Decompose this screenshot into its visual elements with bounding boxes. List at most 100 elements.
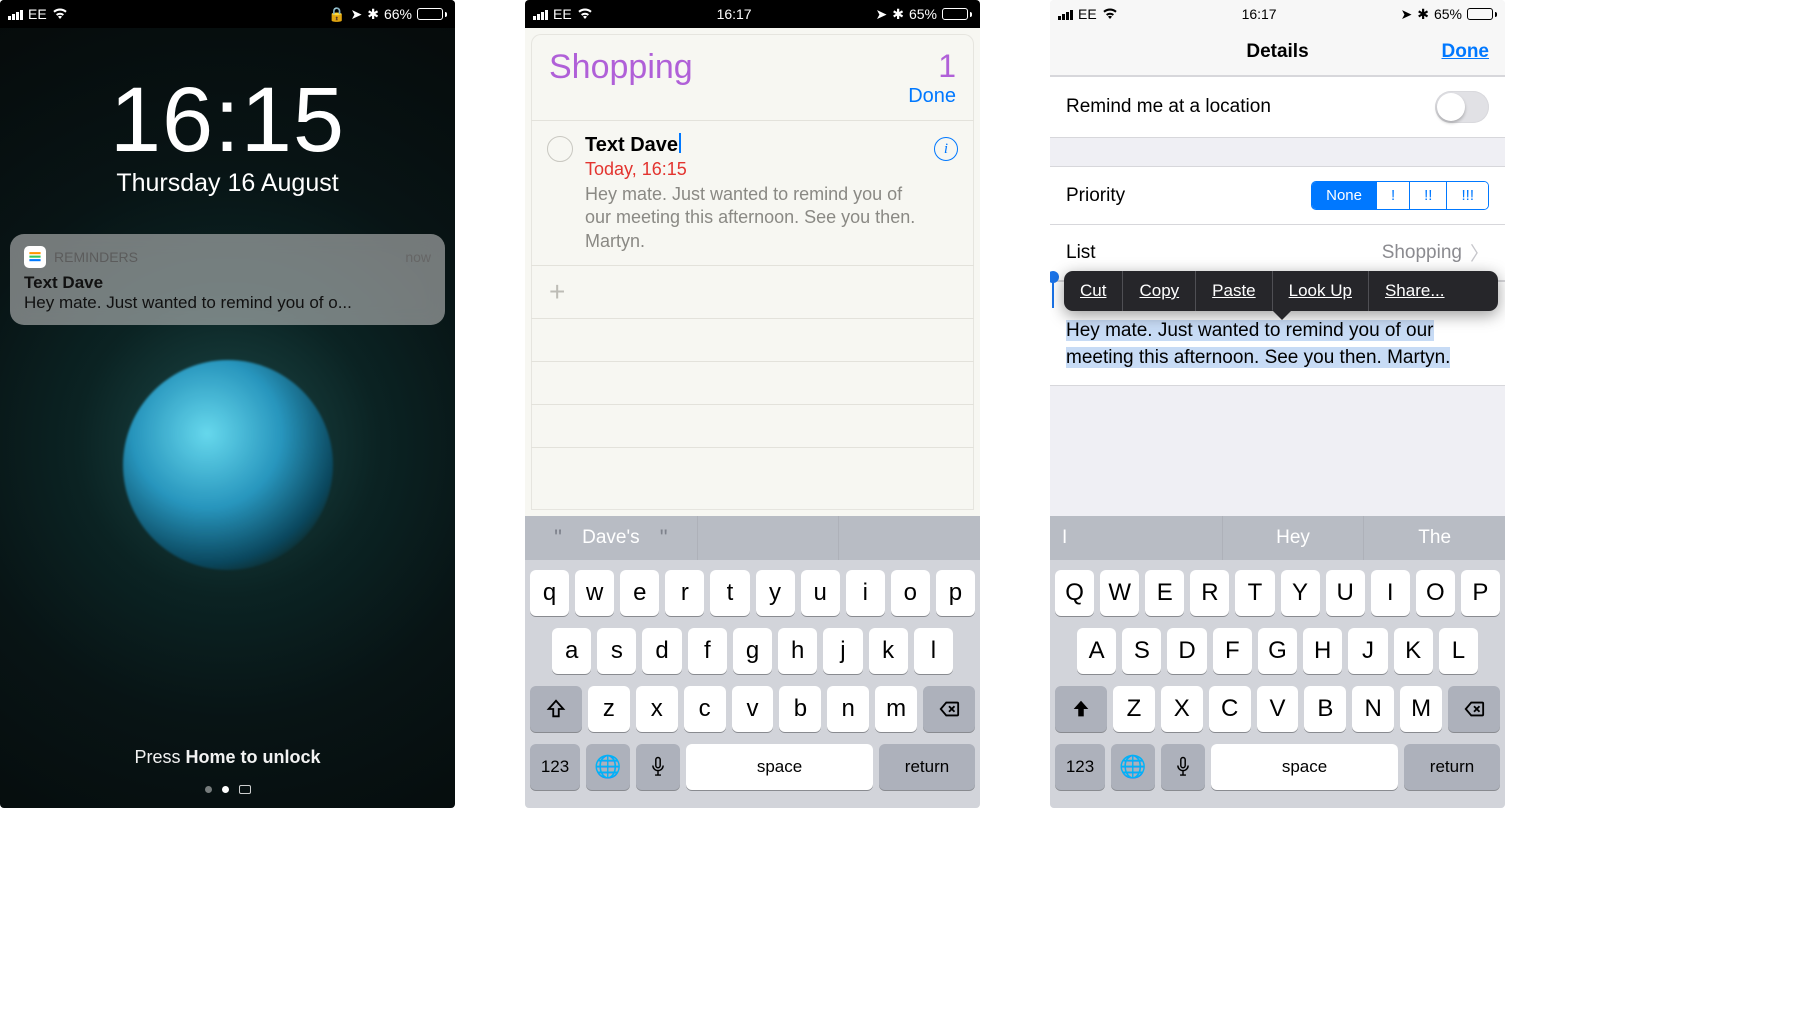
add-reminder-button[interactable]: + bbox=[531, 265, 974, 319]
menu-copy[interactable]: Copy bbox=[1123, 271, 1196, 311]
key-n[interactable]: n bbox=[827, 686, 869, 732]
key-d[interactable]: d bbox=[642, 628, 681, 674]
key-z[interactable]: z bbox=[588, 686, 630, 732]
menu-cut[interactable]: Cut bbox=[1064, 271, 1123, 311]
numeric-key[interactable]: 123 bbox=[1055, 744, 1105, 790]
key-u[interactable]: U bbox=[1326, 570, 1365, 616]
return-key[interactable]: return bbox=[879, 744, 975, 790]
done-button[interactable]: Done bbox=[1442, 41, 1490, 63]
key-s[interactable]: S bbox=[1122, 628, 1161, 674]
key-w[interactable]: w bbox=[575, 570, 614, 616]
location-toggle[interactable] bbox=[1435, 91, 1489, 123]
done-button[interactable]: Done bbox=[908, 85, 956, 108]
key-x[interactable]: x bbox=[636, 686, 678, 732]
key-c[interactable]: C bbox=[1209, 686, 1251, 732]
numeric-key[interactable]: 123 bbox=[530, 744, 580, 790]
key-p[interactable]: P bbox=[1461, 570, 1500, 616]
mic-key[interactable] bbox=[636, 744, 680, 790]
key-t[interactable]: t bbox=[710, 570, 749, 616]
key-h[interactable]: h bbox=[778, 628, 817, 674]
key-o[interactable]: O bbox=[1416, 570, 1455, 616]
mic-key[interactable] bbox=[1161, 744, 1205, 790]
key-j[interactable]: j bbox=[823, 628, 862, 674]
keyboard[interactable]: "Dave's" qwertyuiop asdfghjkl zxcvbnm 12… bbox=[525, 516, 980, 808]
key-g[interactable]: G bbox=[1258, 628, 1297, 674]
context-menu[interactable]: Cut Copy Paste Look Up Share... bbox=[1064, 271, 1498, 311]
camera-icon[interactable] bbox=[239, 785, 251, 794]
key-q[interactable]: q bbox=[530, 570, 569, 616]
key-v[interactable]: v bbox=[732, 686, 774, 732]
complete-checkbox[interactable] bbox=[547, 136, 573, 162]
return-key[interactable]: return bbox=[1404, 744, 1500, 790]
key-z[interactable]: Z bbox=[1113, 686, 1155, 732]
key-b[interactable]: B bbox=[1304, 686, 1346, 732]
menu-share[interactable]: Share... bbox=[1369, 271, 1461, 311]
priority-none[interactable]: None bbox=[1312, 182, 1377, 209]
key-i[interactable]: i bbox=[846, 570, 885, 616]
key-x[interactable]: X bbox=[1161, 686, 1203, 732]
suggestion[interactable]: The bbox=[1364, 516, 1505, 560]
key-n[interactable]: N bbox=[1352, 686, 1394, 732]
suggestion[interactable]: Hey bbox=[1223, 516, 1365, 560]
key-q[interactable]: Q bbox=[1055, 570, 1094, 616]
keyboard-suggestions[interactable]: "Dave's" bbox=[525, 516, 980, 560]
key-m[interactable]: M bbox=[1400, 686, 1442, 732]
key-h[interactable]: H bbox=[1303, 628, 1342, 674]
priority-med[interactable]: !! bbox=[1410, 182, 1447, 209]
globe-key[interactable]: 🌐 bbox=[586, 744, 630, 790]
keyboard-suggestions[interactable]: I Hey The bbox=[1050, 516, 1505, 560]
key-l[interactable]: l bbox=[914, 628, 953, 674]
key-j[interactable]: J bbox=[1348, 628, 1387, 674]
key-f[interactable]: F bbox=[1213, 628, 1252, 674]
key-y[interactable]: y bbox=[756, 570, 795, 616]
key-a[interactable]: a bbox=[552, 628, 591, 674]
key-e[interactable]: e bbox=[620, 570, 659, 616]
priority-low[interactable]: ! bbox=[1377, 182, 1410, 209]
priority-high[interactable]: !!! bbox=[1447, 182, 1488, 209]
reminder-item[interactable]: Text Dave Today, 16:15 Hey mate. Just wa… bbox=[531, 120, 974, 265]
suggestion[interactable]: Dave's bbox=[582, 527, 639, 549]
backspace-key[interactable] bbox=[1448, 686, 1500, 732]
priority-segmented[interactable]: None ! !! !!! bbox=[1311, 181, 1489, 210]
key-p[interactable]: p bbox=[936, 570, 975, 616]
shift-key[interactable] bbox=[1055, 686, 1107, 732]
globe-key[interactable]: 🌐 bbox=[1111, 744, 1155, 790]
key-d[interactable]: D bbox=[1167, 628, 1206, 674]
space-key[interactable]: space bbox=[1211, 744, 1398, 790]
key-g[interactable]: g bbox=[733, 628, 772, 674]
location-icon: ➤ bbox=[1400, 6, 1412, 23]
key-r[interactable]: R bbox=[1190, 570, 1229, 616]
reminder-title[interactable]: Text Dave bbox=[585, 134, 678, 156]
key-a[interactable]: A bbox=[1077, 628, 1116, 674]
notification-card[interactable]: REMINDERS now Text Dave Hey mate. Just w… bbox=[10, 234, 445, 325]
page-indicator[interactable] bbox=[0, 785, 455, 794]
key-f[interactable]: f bbox=[688, 628, 727, 674]
key-t[interactable]: T bbox=[1235, 570, 1274, 616]
key-k[interactable]: k bbox=[869, 628, 908, 674]
key-l[interactable]: L bbox=[1439, 628, 1478, 674]
shift-key[interactable] bbox=[530, 686, 582, 732]
key-w[interactable]: W bbox=[1100, 570, 1139, 616]
keyboard[interactable]: I Hey The QWERTYUIOP ASDFGHJKL ZXCVBNM 1… bbox=[1050, 516, 1505, 808]
key-m[interactable]: m bbox=[875, 686, 917, 732]
key-k[interactable]: K bbox=[1394, 628, 1433, 674]
battery-pct: 65% bbox=[909, 6, 937, 22]
key-c[interactable]: c bbox=[684, 686, 726, 732]
remind-location-row[interactable]: Remind me at a location bbox=[1050, 76, 1505, 138]
key-y[interactable]: Y bbox=[1281, 570, 1320, 616]
key-i[interactable]: I bbox=[1371, 570, 1410, 616]
key-s[interactable]: s bbox=[597, 628, 636, 674]
key-u[interactable]: u bbox=[801, 570, 840, 616]
suggestion[interactable]: I bbox=[1050, 516, 1223, 560]
key-o[interactable]: o bbox=[891, 570, 930, 616]
key-v[interactable]: V bbox=[1257, 686, 1299, 732]
backspace-key[interactable] bbox=[923, 686, 975, 732]
selected-text[interactable]: Hey mate. Just wanted to remind you of o… bbox=[1066, 320, 1450, 368]
key-b[interactable]: b bbox=[779, 686, 821, 732]
menu-lookup[interactable]: Look Up bbox=[1273, 271, 1369, 311]
space-key[interactable]: space bbox=[686, 744, 873, 790]
key-r[interactable]: r bbox=[665, 570, 704, 616]
menu-paste[interactable]: Paste bbox=[1196, 271, 1272, 311]
key-e[interactable]: E bbox=[1145, 570, 1184, 616]
info-icon[interactable]: i bbox=[934, 137, 958, 161]
